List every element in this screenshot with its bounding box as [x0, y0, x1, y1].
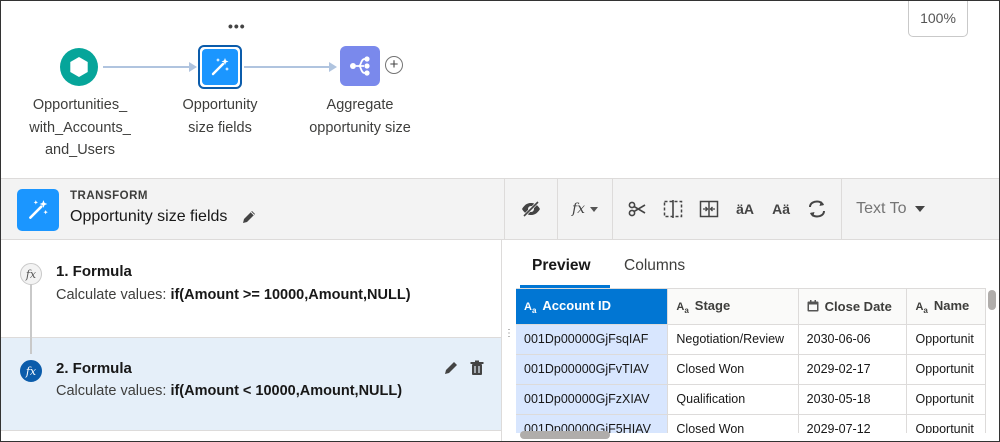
table-cell[interactable]: Opportunit [906, 324, 986, 355]
header-kicker: TRANSFORM [70, 190, 148, 202]
add-node-button[interactable]: + [385, 56, 403, 74]
formula-fx-button[interactable]: fx [558, 201, 612, 217]
data-preview-grid[interactable]: Aa Account ID Aa Stage Close Date Aa Name 0… [516, 288, 986, 433]
table-cell[interactable]: 2030-06-06 [798, 324, 908, 355]
step-title: 2. Formula [56, 360, 132, 377]
vertical-scrollbar[interactable] [988, 290, 996, 310]
table-row: 001Dp00000GjFsqIAF Negotiation/Review 20… [516, 324, 986, 355]
magic-wand-icon [29, 200, 48, 219]
preview-tabs: Preview Columns [516, 240, 999, 288]
header-title: Opportunity size fields [70, 208, 228, 225]
node-source[interactable] [59, 47, 99, 87]
zoom-level[interactable]: 100% [908, 1, 968, 37]
table-cell[interactable]: Qualification [667, 384, 799, 415]
merge-columns-icon[interactable] [691, 191, 727, 227]
connector-2-arrow [329, 62, 337, 72]
table-cell[interactable]: Negotiation/Review [667, 324, 799, 355]
transform-header: TRANSFORM Opportunity size fields fx äA … [1, 178, 999, 240]
connector-1 [103, 66, 189, 68]
hexagon-icon [60, 48, 98, 86]
panel-resize-handle[interactable]: ⋮⋮ [504, 329, 524, 339]
fx-icon: fx [20, 360, 42, 382]
delete-step-trash-icon[interactable] [469, 360, 485, 381]
scissors-icon[interactable] [619, 191, 655, 227]
connector-2 [244, 66, 329, 68]
text-type-icon: Aa [676, 300, 689, 315]
tab-columns[interactable]: Columns [624, 257, 685, 275]
toolbar-group-columns: äA Aä [612, 179, 841, 239]
node-more-menu[interactable]: ••• [228, 19, 246, 33]
fx-icon: fx [20, 263, 42, 285]
transform-toolbar: fx äA Aä Text To [504, 179, 939, 239]
step-formula: if(Amount >= 10000,Amount,NULL) [170, 287, 411, 303]
aggregate-icon [350, 56, 370, 76]
table-cell[interactable]: Opportunit [906, 414, 986, 433]
calendar-icon [807, 299, 819, 314]
edit-step-pencil-icon[interactable] [443, 360, 459, 381]
hide-column-eye-slash-icon[interactable] [513, 191, 549, 227]
preview-panel: Preview Columns Aa Account ID Aa Stage Clo… [516, 240, 999, 441]
node-transform[interactable] [198, 45, 242, 89]
titlecase-button[interactable]: Aä [763, 191, 799, 227]
step-formula-2[interactable]: fx 2. Formula Calculate values: if(Amoun… [1, 337, 501, 431]
node-aggregate-label: Aggregate opportunity size [309, 97, 411, 136]
table-cell[interactable]: 001Dp00000GjFvTIAV [516, 354, 669, 385]
transform-icon [17, 189, 59, 231]
transform-steps-panel: fx 1. Formula Calculate values: if(Amoun… [1, 240, 502, 441]
text-type-icon: Aa [915, 300, 928, 315]
recipe-canvas[interactable]: 100% ••• Opportunities_ with_Accounts_ a… [1, 1, 999, 178]
recipe-editor: 100% ••• Opportunities_ with_Accounts_ a… [0, 0, 1000, 442]
table-cell[interactable]: Closed Won [667, 414, 799, 433]
table-cell[interactable]: 2029-07-12 [798, 414, 908, 433]
grid-header-row: Aa Account ID Aa Stage Close Date Aa Name [516, 289, 986, 325]
step-description: Calculate values: if(Amount >= 10000,Amo… [56, 287, 411, 303]
table-cell[interactable]: Opportunit [906, 384, 986, 415]
uppercase-button[interactable]: äA [727, 191, 763, 227]
table-cell[interactable]: 001Dp00000GjFzXIAV [516, 384, 669, 415]
table-cell[interactable]: 2029-02-17 [798, 354, 908, 385]
text-to-dropdown[interactable]: Text To [856, 200, 906, 218]
column-header-stage[interactable]: Aa Stage [667, 289, 799, 325]
table-row: 001Dp00000GjFvTIAV Closed Won 2029-02-17… [516, 354, 986, 385]
split-column-icon[interactable] [655, 191, 691, 227]
step-title: 1. Formula [56, 263, 132, 280]
step-formula-1[interactable]: fx 1. Formula Calculate values: if(Amoun… [1, 240, 501, 337]
column-header-account-id[interactable]: Aa Account ID [516, 289, 669, 325]
table-cell[interactable]: 2030-05-18 [798, 384, 908, 415]
table-row: 001Dp00000GjFzXIAV Qualification 2030-05… [516, 384, 986, 415]
magic-wand-icon [211, 58, 229, 76]
tab-preview[interactable]: Preview [532, 257, 591, 275]
fx-icon: fx [572, 201, 586, 217]
column-header-name[interactable]: Aa Name [906, 289, 986, 325]
edit-title-pencil-icon[interactable] [241, 209, 257, 230]
toolbar-group-formula: fx [557, 179, 612, 239]
toolbar-group-type: Text To [841, 179, 939, 239]
column-header-close-date[interactable]: Close Date [798, 289, 908, 325]
chevron-down-icon [915, 206, 926, 212]
table-cell[interactable]: Opportunit [906, 354, 986, 385]
step-actions [443, 360, 485, 381]
toolbar-group-visibility [504, 179, 557, 239]
replace-values-icon[interactable] [799, 191, 835, 227]
table-cell[interactable]: Closed Won [667, 354, 799, 385]
chevron-down-icon [590, 206, 599, 212]
horizontal-scrollbar[interactable] [520, 431, 610, 439]
connector-1-arrow [189, 62, 197, 72]
node-aggregate[interactable] [340, 46, 380, 86]
step-connector-line [30, 284, 32, 354]
text-type-icon: Aa [524, 300, 537, 315]
step-formula: if(Amount < 10000,Amount,NULL) [170, 383, 403, 399]
step-description: Calculate values: if(Amount < 10000,Amou… [56, 383, 403, 399]
node-transform-label: Opportunity size fields [182, 97, 258, 136]
table-cell[interactable]: 001Dp00000GjFsqIAF [516, 324, 669, 355]
node-source-label: Opportunities_ with_Accounts_ and_Users [29, 97, 131, 158]
